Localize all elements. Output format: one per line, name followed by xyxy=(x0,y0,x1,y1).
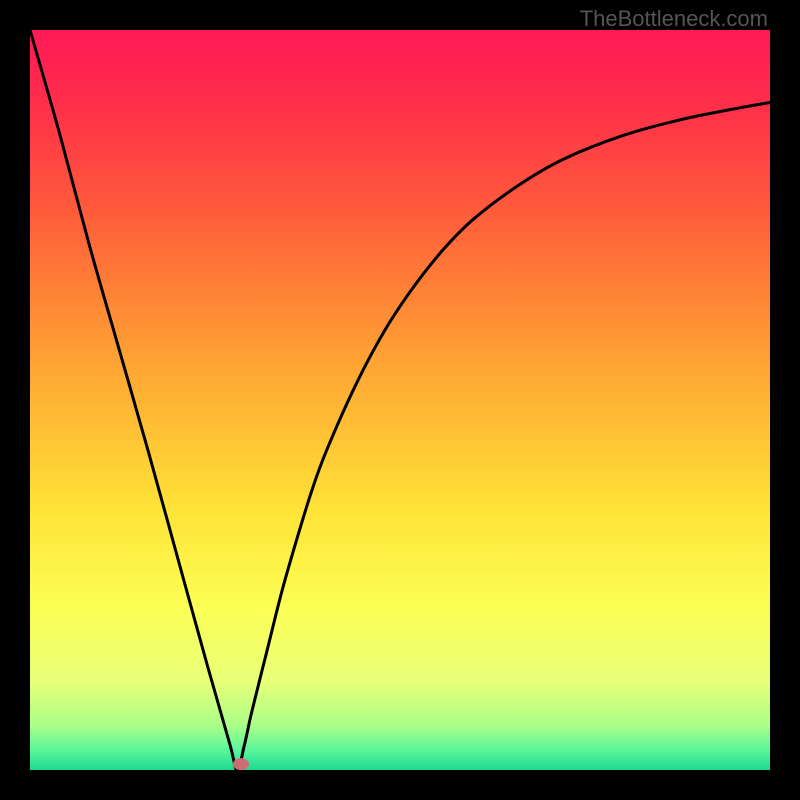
gradient-background xyxy=(30,30,770,770)
chart-frame xyxy=(30,30,770,770)
optimum-marker-dot xyxy=(233,758,249,770)
bottleneck-chart xyxy=(30,30,770,770)
watermark-text: TheBottleneck.com xyxy=(580,6,768,32)
